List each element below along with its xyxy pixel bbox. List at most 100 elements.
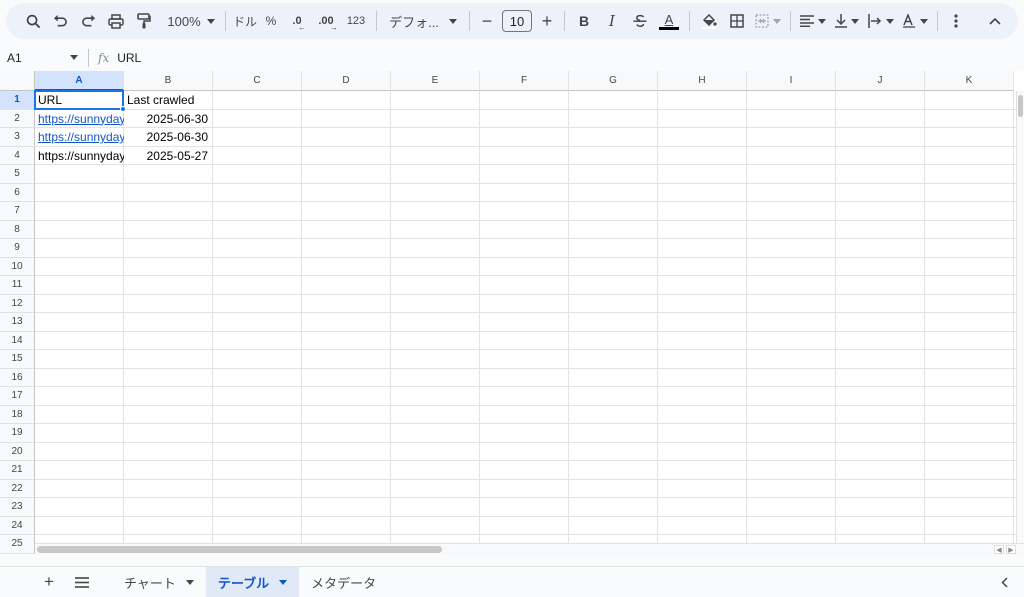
grid-line [35,404,1024,406]
cell-area[interactable]: URL Last crawled https://sunnyday 2025-06-3… [34,90,1024,555]
grid-line [35,441,1024,443]
chevron-down-icon [773,18,781,24]
column-header-h[interactable]: H [658,71,747,91]
row-header-22[interactable]: 22 [0,479,35,498]
column-header-c[interactable]: C [213,71,302,91]
horizontal-scrollbar[interactable]: ◀ ▶ [35,543,1024,555]
format-percent-button[interactable]: % [259,7,283,35]
column-header-d[interactable]: D [302,71,391,91]
row-header-6[interactable]: 6 [0,183,35,202]
text-wrapping-button[interactable] [864,7,898,35]
strikethrough-icon[interactable] [626,7,654,35]
column-header-i[interactable]: I [747,71,836,91]
row-header-9[interactable]: 9 [0,239,35,258]
row-header-15[interactable]: 15 [0,350,35,369]
sheet-tab-3[interactable]: メタデータ [299,567,388,597]
spreadsheet-grid[interactable]: ABCDEFGHIJK 1 2 3 4 5 6 7 8 9 10 11 12 13 14 15 16 17 18 1… [0,71,1024,555]
bold-button[interactable]: B [570,7,598,35]
font-family-select[interactable]: デフォ... [382,7,464,35]
decrease-font-size-button[interactable]: − [475,7,499,35]
sheet-tab-1[interactable]: チャート [112,567,206,597]
more-formats-button[interactable]: 123 [341,7,371,35]
row-header-10[interactable]: 10 [0,257,35,276]
row-header-5[interactable]: 5 [0,165,35,184]
row-header-8[interactable]: 8 [0,220,35,239]
cell-a3[interactable]: https://sunnyday [35,128,124,146]
fill-handle[interactable] [120,105,126,112]
all-sheets-icon[interactable] [64,567,100,597]
increase-decimal-button[interactable]: .00 → [311,7,341,35]
row-header-16[interactable]: 16 [0,368,35,387]
vertical-align-button[interactable] [830,7,864,35]
cell-b3[interactable]: 2025-06-30 [124,128,211,146]
name-box[interactable]: A1 [0,44,88,71]
divider [469,11,470,31]
row-header-13[interactable]: 13 [0,313,35,332]
row-header-7[interactable]: 7 [0,202,35,221]
redo-icon[interactable] [74,7,102,35]
undo-icon[interactable] [46,7,74,35]
vertical-scrollbar[interactable] [1016,91,1024,543]
italic-button[interactable]: I [598,7,626,35]
horizontal-scroll-thumb[interactable] [37,546,442,553]
scroll-left-icon[interactable]: ◀ [994,545,1004,554]
row-header-2[interactable]: 2 [0,109,35,128]
grid-line [35,478,1024,480]
row-header-17[interactable]: 17 [0,387,35,406]
row-header-3[interactable]: 3 [0,128,35,147]
select-all-corner[interactable] [0,71,35,91]
add-sheet-button[interactable]: + [34,567,64,597]
row-header-11[interactable]: 11 [0,276,35,295]
divider [88,48,89,67]
cell-a4[interactable]: https://sunnyday [35,147,124,165]
print-icon[interactable] [102,7,130,35]
column-header-b[interactable]: B [124,71,213,91]
column-header-a[interactable]: A [35,71,124,91]
column-header-f[interactable]: F [480,71,569,91]
merge-cells-button[interactable] [751,7,785,35]
sheet-tab-2[interactable]: テーブル [205,566,300,597]
grid-line [568,91,569,555]
zoom-select[interactable]: 100% [162,7,220,35]
cell-b1[interactable]: Last crawled [124,91,211,109]
row-header-21[interactable]: 21 [0,461,35,480]
column-header-k[interactable]: K [925,71,1014,91]
increase-font-size-button[interactable]: + [535,7,559,35]
grid-line [35,256,1024,258]
row-header-20[interactable]: 20 [0,442,35,461]
column-header-e[interactable]: E [391,71,480,91]
text-rotation-button[interactable] [898,7,932,35]
text-color-button[interactable]: A [654,7,684,35]
chevron-down-icon[interactable] [185,579,194,585]
more-vert-icon[interactable] [943,7,969,35]
cell-a2[interactable]: https://sunnyday [35,110,124,128]
chevron-down-icon[interactable] [279,579,288,585]
borders-icon[interactable] [723,7,751,35]
row-header-14[interactable]: 14 [0,331,35,350]
column-header-g[interactable]: G [569,71,658,91]
row-header-4[interactable]: 4 [0,146,35,165]
row-header-25[interactable]: 25 [0,535,35,554]
fill-color-icon[interactable] [695,7,723,35]
search-menus-icon[interactable] [20,7,46,35]
decrease-decimal-button[interactable]: .0 ← [283,7,311,35]
row-header-24[interactable]: 24 [0,516,35,535]
row-header-1[interactable]: 1 [0,91,35,110]
row-header-19[interactable]: 19 [0,424,35,443]
row-header-18[interactable]: 18 [0,405,35,424]
scroll-right-icon[interactable]: ▶ [1006,545,1016,554]
cell-b2[interactable]: 2025-06-30 [124,110,211,128]
chevron-left-icon[interactable] [994,567,1014,597]
row-header-23[interactable]: 23 [0,498,35,517]
formula-input[interactable]: URL [117,51,141,65]
chevron-up-icon[interactable] [981,7,1009,35]
format-currency-button[interactable]: ドル [231,7,259,35]
font-size-value[interactable]: 10 [502,10,532,32]
paint-format-icon[interactable] [130,7,158,35]
column-header-j[interactable]: J [836,71,925,91]
row-header-12[interactable]: 12 [0,294,35,313]
horizontal-align-button[interactable] [796,7,830,35]
vertical-scroll-thumb[interactable] [1018,95,1023,117]
cell-b4[interactable]: 2025-05-27 [124,147,211,165]
font-size-field[interactable]: 10 [499,7,535,35]
